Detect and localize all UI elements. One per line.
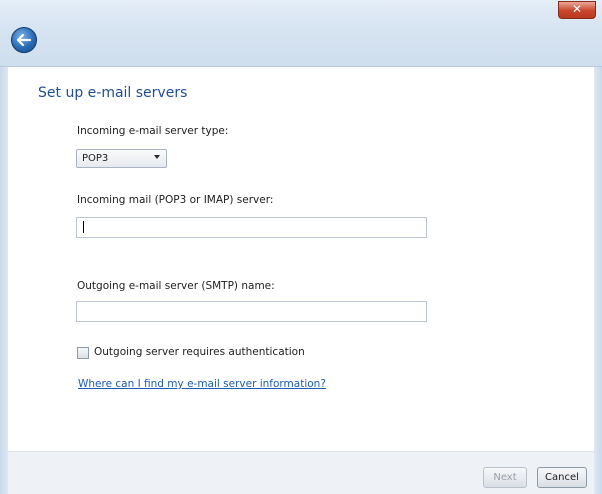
server-info-help-link[interactable]: Where can I find my e-mail server inform…: [78, 378, 326, 390]
outgoing-server-input[interactable]: [76, 301, 427, 322]
text-caret: [83, 221, 84, 233]
back-arrow-icon: [17, 34, 31, 46]
outgoing-server-label: Outgoing e-mail server (SMTP) name:: [77, 280, 275, 292]
page-title: Set up e-mail servers: [38, 85, 188, 101]
close-icon: ✕: [571, 2, 583, 16]
back-button[interactable]: [11, 27, 37, 53]
incoming-type-select[interactable]: POP3: [76, 149, 167, 168]
next-button[interactable]: Next: [483, 467, 527, 488]
cancel-button[interactable]: Cancel: [537, 467, 587, 488]
chevron-down-icon: [154, 155, 160, 159]
auth-checkbox-label[interactable]: Outgoing server requires authentication: [94, 346, 305, 358]
auth-checkbox[interactable]: [77, 347, 89, 359]
setup-email-window: ✕ Set up e-mail servers Incoming e-mail …: [0, 0, 602, 494]
incoming-server-label: Incoming mail (POP3 or IMAP) server:: [77, 194, 274, 206]
incoming-server-input[interactable]: [76, 217, 427, 238]
title-bar: ✕: [0, 0, 602, 67]
incoming-type-label: Incoming e-mail server type:: [77, 125, 229, 137]
window-frame-left: [0, 0, 8, 494]
close-button[interactable]: ✕: [558, 1, 596, 19]
incoming-type-value: POP3: [82, 153, 109, 164]
window-frame-right: [594, 0, 602, 494]
